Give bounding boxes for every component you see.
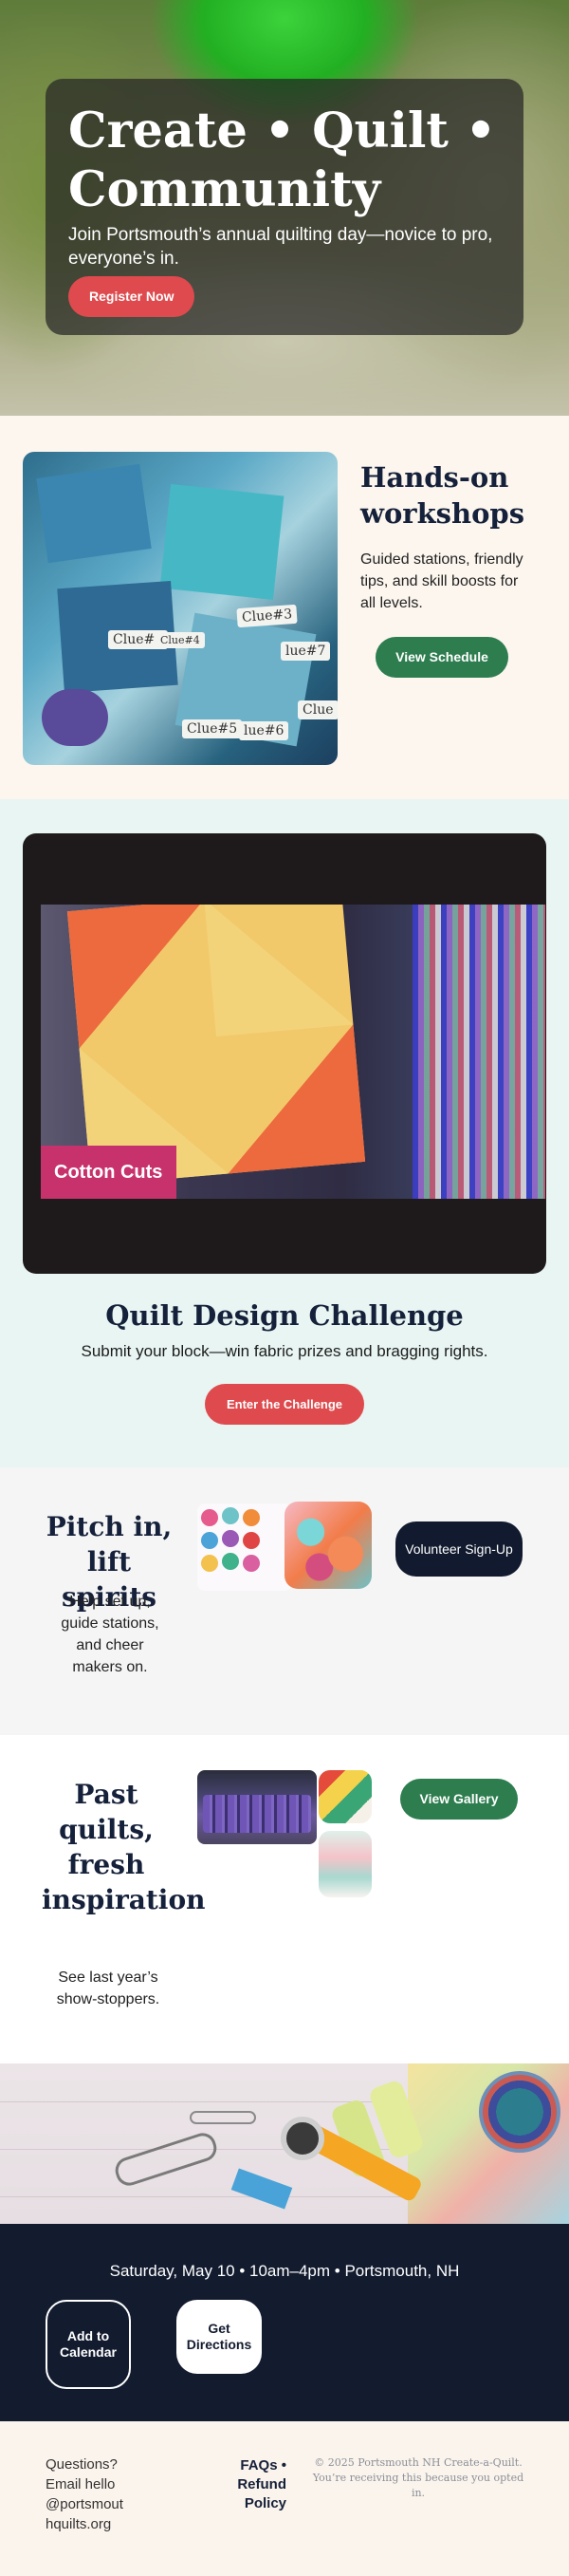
footer-legal: © 2025 Portsmouth NH Create-a-Quilt. You…	[312, 2456, 524, 2499]
swatch-dot	[222, 1530, 239, 1547]
hero-section: Create • Quilt • Community Join Portsmou…	[0, 0, 569, 416]
rotary-cutter-icon	[281, 2117, 324, 2160]
hero-title: Create • Quilt • Community	[68, 103, 497, 218]
binder-clip-icon	[112, 2129, 220, 2190]
swatch-dot	[243, 1532, 260, 1549]
fabric-shelf	[413, 905, 545, 1199]
footer-links: FAQs • Refund Policy	[201, 2456, 286, 2513]
fabric-block	[42, 689, 108, 746]
gallery-section: Past quilts, fresh inspiration See last …	[0, 1735, 569, 2063]
swatch-dot	[222, 1553, 239, 1570]
swatch-dot	[243, 1555, 260, 1572]
quilt-thumbnail	[319, 1770, 372, 1823]
enter-challenge-button[interactable]: Enter the Challenge	[205, 1384, 364, 1425]
group-photo	[197, 1770, 317, 1844]
swatch-dot	[222, 1507, 239, 1524]
volunteer-text: Help set up, guide stations, and cheer m…	[61, 1594, 159, 1675]
video-frame[interactable]: Cotton Cuts	[41, 905, 545, 1199]
footer: Questions? Email hello@portsmouthquilts.…	[0, 2421, 569, 2576]
volunteer-signup-button[interactable]: Volunteer Sign-Up	[395, 1521, 523, 1577]
workshops-section: Clue#1 Clue#3 Clue#4 lue#7 Clue#5 lue#6 …	[0, 416, 569, 799]
sewing-tools-banner	[0, 2063, 569, 2224]
challenge-text: Submit your block—win fabric prizes and …	[81, 1342, 488, 1360]
measuring-tape-icon	[230, 2168, 293, 2210]
challenge-section: Cotton Cuts Quilt Design Challenge Submi…	[0, 799, 569, 1467]
fabric-block	[36, 463, 152, 564]
quilt-swatch-image	[197, 1503, 292, 1591]
safety-pin-icon	[190, 2111, 256, 2124]
cotton-cuts-label: Cotton Cuts	[41, 1146, 176, 1199]
quilt-triangle	[204, 905, 354, 1036]
event-details: Saturday, May 10 • 10am–4pm • Portsmouth…	[109, 2262, 460, 2280]
fabric-block	[159, 484, 284, 600]
workshops-title: Hands-on workshops	[360, 461, 525, 530]
swatch-dot	[243, 1509, 260, 1526]
view-schedule-button[interactable]: View Schedule	[376, 637, 508, 678]
footer-contact[interactable]: Questions? Email hello@portsmouthquilts.…	[46, 2455, 127, 2534]
quilt-triangle	[66, 905, 216, 1049]
hero-card: Create • Quilt • Community Join Portsmou…	[46, 79, 523, 335]
gallery-text: See last year’s show-stoppers.	[56, 1969, 160, 2007]
clue-label: Clue#5	[182, 719, 243, 738]
swatch-dot	[201, 1532, 218, 1549]
challenge-title: Quilt Design Challenge	[105, 1299, 464, 1332]
clue-label: lue#6	[239, 721, 289, 740]
video-card[interactable]: Cotton Cuts	[23, 833, 546, 1274]
add-to-calendar-button[interactable]: Add to Calendar	[46, 2300, 131, 2389]
workshops-text: Guided stations, friendly tips, and skil…	[360, 551, 523, 611]
hero-subtitle: Join Portsmouth’s annual quilting day—no…	[68, 225, 493, 269]
view-gallery-button[interactable]: View Gallery	[400, 1779, 518, 1820]
quilt-thumbnail	[319, 1831, 372, 1897]
faqs-link[interactable]: FAQs •	[240, 2457, 286, 2473]
quilt-triangle	[216, 1024, 366, 1174]
swatch-dot	[201, 1509, 218, 1526]
event-section: Saturday, May 10 • 10am–4pm • Portsmouth…	[0, 2224, 569, 2421]
group-people	[203, 1795, 311, 1833]
colorful-fabric-image	[284, 1502, 372, 1589]
get-directions-button[interactable]: Get Directions	[176, 2300, 262, 2374]
volunteer-section: Pitch in, lift spirits Help set up, guid…	[0, 1467, 569, 1735]
clue-label: Clue#3	[236, 604, 298, 628]
clue-label: Clue#4	[156, 632, 205, 648]
register-button[interactable]: Register Now	[68, 276, 195, 317]
refund-policy-link[interactable]: Refund Policy	[237, 2476, 286, 2511]
clue-label: lue#7	[281, 642, 331, 661]
pincushion-icon	[479, 2071, 560, 2153]
workshops-photo: Clue#1 Clue#3 Clue#4 lue#7 Clue#5 lue#6 …	[23, 452, 338, 765]
clue-label: Clue	[298, 700, 338, 719]
gallery-title: Past quilts, fresh inspiration	[42, 1779, 206, 1915]
quilt-block-image	[66, 905, 366, 1186]
swatch-dot	[201, 1555, 218, 1572]
